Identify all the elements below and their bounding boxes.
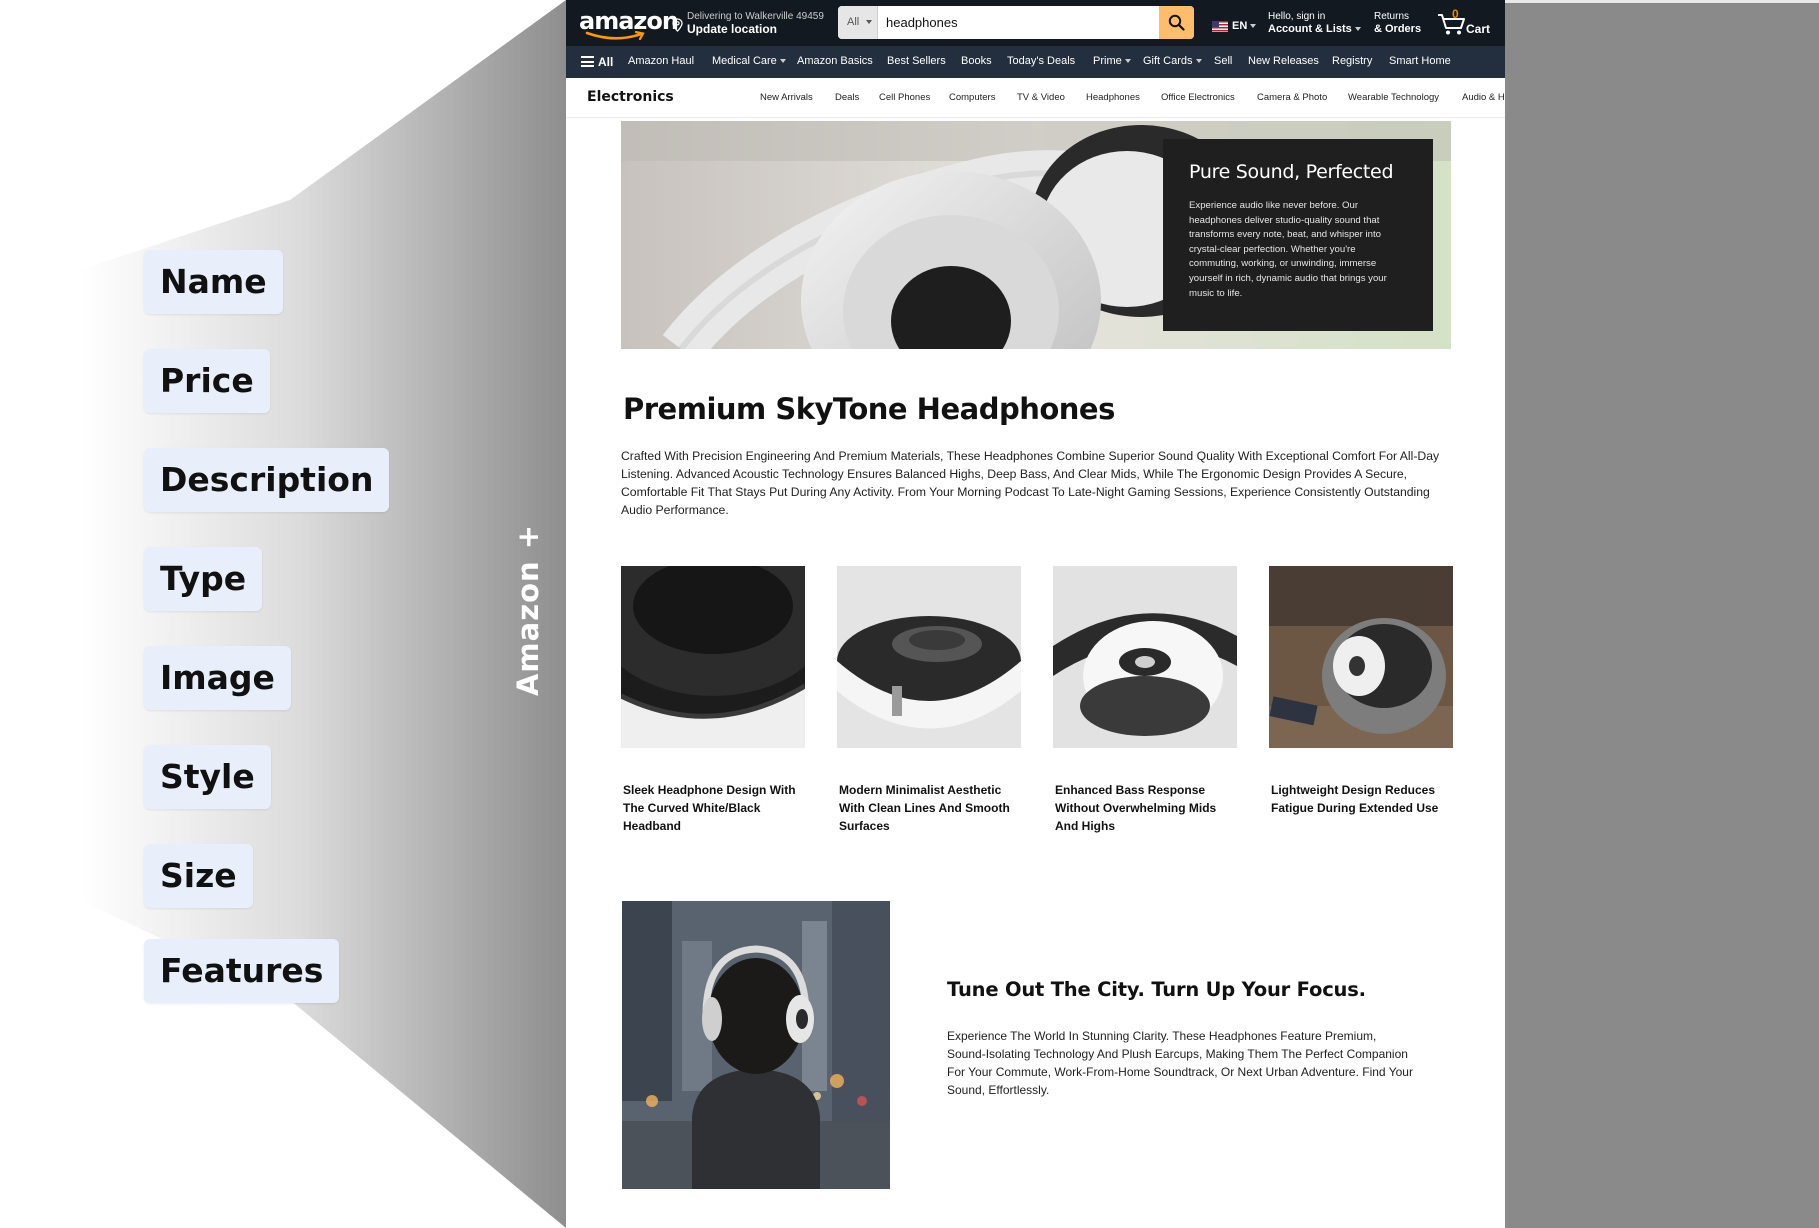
search-icon bbox=[1168, 14, 1185, 31]
category-link-computers[interactable]: Computers bbox=[949, 92, 995, 103]
gallery-image-bass bbox=[1053, 566, 1237, 748]
gallery-card[interactable]: Enhanced Bass Response Without Overwhelm… bbox=[1053, 566, 1237, 835]
funnel-graphic bbox=[80, 0, 566, 1228]
category-link-deals[interactable]: Deals bbox=[835, 92, 859, 103]
cart-button[interactable]: 0 Cart bbox=[1437, 7, 1497, 38]
language-code: EN bbox=[1232, 20, 1248, 32]
hero-title: Pure Sound, Perfected bbox=[1189, 161, 1394, 183]
field-chip-features: Features bbox=[144, 939, 340, 1003]
right-gray-panel bbox=[1505, 0, 1819, 1228]
field-chip-style: Style bbox=[144, 745, 271, 809]
category-link-wearable-technology[interactable]: Wearable Technology bbox=[1348, 92, 1439, 103]
gallery-card[interactable]: Modern Minimalist Aesthetic With Clean L… bbox=[837, 566, 1021, 835]
returns-orders-link[interactable]: Returns & Orders bbox=[1374, 11, 1421, 35]
nav-link-best-sellers[interactable]: Best Sellers bbox=[887, 55, 946, 67]
search-button[interactable] bbox=[1159, 6, 1194, 39]
category-link-headphones[interactable]: Headphones bbox=[1086, 92, 1140, 103]
category-link-audio[interactable]: Audio & H bbox=[1462, 92, 1505, 103]
all-menu-label: All bbox=[598, 55, 614, 69]
hero-banner: Pure Sound, Perfected Experience audio l… bbox=[621, 121, 1451, 349]
chevron-down-icon bbox=[1250, 24, 1257, 29]
nav-link-amazon-haul[interactable]: Amazon Haul bbox=[628, 55, 694, 67]
field-chip-price: Price bbox=[144, 349, 270, 413]
cart-label: Cart bbox=[1466, 22, 1491, 36]
chevron-down-icon bbox=[1195, 59, 1202, 64]
nav-link-books[interactable]: Books bbox=[961, 55, 992, 67]
field-chip-image: Image bbox=[144, 646, 291, 710]
gallery-caption: Enhanced Bass Response Without Overwhelm… bbox=[1055, 783, 1217, 833]
chevron-down-icon bbox=[866, 20, 872, 24]
returns-label: Returns bbox=[1374, 11, 1410, 22]
field-chip-name: Name bbox=[144, 250, 283, 314]
search-category-label: All bbox=[847, 16, 860, 28]
gallery-caption: Lightweight Design Reduces Fatigue Durin… bbox=[1271, 783, 1439, 815]
product-description: Crafted With Precision Engineering And P… bbox=[621, 449, 1440, 517]
nav-link-new-releases[interactable]: New Releases bbox=[1248, 55, 1319, 67]
gallery-image-earcup-closeup bbox=[621, 566, 805, 748]
category-link-cell-phones[interactable]: Cell Phones bbox=[879, 92, 930, 103]
amazon-logo[interactable]: amazon bbox=[579, 7, 679, 41]
nav-link-medical-care[interactable]: Medical Care bbox=[712, 55, 786, 67]
nav-link-label: Medical Care bbox=[712, 55, 777, 67]
nav-link-amazon-basics[interactable]: Amazon Basics bbox=[797, 55, 873, 67]
gallery-image-minimalist bbox=[837, 566, 1021, 748]
location-pin-icon bbox=[672, 18, 683, 32]
location-line2: Update location bbox=[687, 22, 778, 36]
product-page: amazon Delivering to Walkerville 49459 U… bbox=[566, 0, 1505, 1228]
lifestyle-text: Experience The World In Stunning Clarity… bbox=[947, 1029, 1413, 1097]
category-link-office-electronics[interactable]: Office Electronics bbox=[1161, 92, 1235, 103]
lifestyle-title: Tune Out The City. Turn Up Your Focus. bbox=[947, 978, 1366, 1001]
chevron-down-icon bbox=[1124, 59, 1131, 64]
nav-link-sell[interactable]: Sell bbox=[1214, 55, 1232, 67]
chevron-down-icon bbox=[779, 59, 786, 64]
nav-link-label: Gift Cards bbox=[1143, 55, 1193, 67]
nav-link-label: Prime bbox=[1093, 55, 1122, 67]
account-greeting: Hello, sign in bbox=[1268, 11, 1326, 22]
search-input[interactable] bbox=[886, 6, 1154, 39]
hero-text: Experience audio like never before. Our … bbox=[1189, 200, 1387, 299]
account-menu[interactable]: Hello, sign in Account & Lists bbox=[1268, 11, 1361, 35]
field-chip-type: Type bbox=[144, 547, 263, 611]
gallery-caption: Sleek Headphone Design With The Curved W… bbox=[623, 783, 796, 833]
cart-count: 0 bbox=[1452, 7, 1459, 21]
chevron-down-icon bbox=[1354, 27, 1361, 32]
search-bar: All bbox=[838, 6, 1194, 39]
hamburger-menu-icon bbox=[581, 56, 594, 67]
field-chip-size: Size bbox=[144, 844, 253, 908]
gallery-card[interactable]: Lightweight Design Reduces Fatigue Durin… bbox=[1269, 566, 1453, 817]
secondary-navigation: All Amazon Haul Medical Care Amazon Basi… bbox=[566, 46, 1505, 78]
category-title[interactable]: Electronics bbox=[587, 89, 674, 105]
hero-text-panel: Pure Sound, Perfected Experience audio l… bbox=[1163, 139, 1433, 331]
category-link-camera-photo[interactable]: Camera & Photo bbox=[1257, 92, 1327, 103]
gallery-caption: Modern Minimalist Aesthetic With Clean L… bbox=[839, 783, 1010, 833]
side-label: Amazon + bbox=[511, 523, 545, 697]
category-link-tv-video[interactable]: TV & Video bbox=[1017, 92, 1065, 103]
top-navigation: amazon Delivering to Walkerville 49459 U… bbox=[566, 0, 1505, 46]
nav-link-gift-cards[interactable]: Gift Cards bbox=[1143, 55, 1202, 67]
lifestyle-image-city bbox=[622, 901, 890, 1189]
flag-canton bbox=[1212, 21, 1219, 27]
nav-link-smart-home[interactable]: Smart Home bbox=[1389, 55, 1451, 67]
field-chip-description: Description bbox=[144, 448, 390, 512]
nav-link-todays-deals[interactable]: Today's Deals bbox=[1007, 55, 1075, 67]
product-title: Premium SkyTone Headphones bbox=[623, 392, 1115, 426]
category-bar: Electronics New Arrivals Deals Cell Phon… bbox=[566, 78, 1505, 118]
search-category-select[interactable]: All bbox=[838, 6, 878, 39]
nav-link-prime[interactable]: Prime bbox=[1093, 55, 1131, 67]
orders-label: & Orders bbox=[1374, 23, 1422, 35]
nav-link-registry[interactable]: Registry bbox=[1332, 55, 1372, 67]
location-line1: Delivering to Walkerville 49459 bbox=[687, 11, 824, 22]
presentation-canvas: Name Price Description Type Image Style … bbox=[0, 0, 1819, 1228]
language-label: EN bbox=[1232, 20, 1257, 32]
account-lists-label: Account & Lists bbox=[1268, 23, 1361, 35]
right-panel-edge bbox=[1505, 0, 1819, 3]
account-lists-text: Account & Lists bbox=[1268, 23, 1352, 35]
gallery-image-case bbox=[1269, 566, 1453, 748]
gallery-card[interactable]: Sleek Headphone Design With The Curved W… bbox=[621, 566, 805, 835]
category-link-new-arrivals[interactable]: New Arrivals bbox=[760, 92, 813, 103]
logo-smile-icon bbox=[585, 31, 645, 41]
